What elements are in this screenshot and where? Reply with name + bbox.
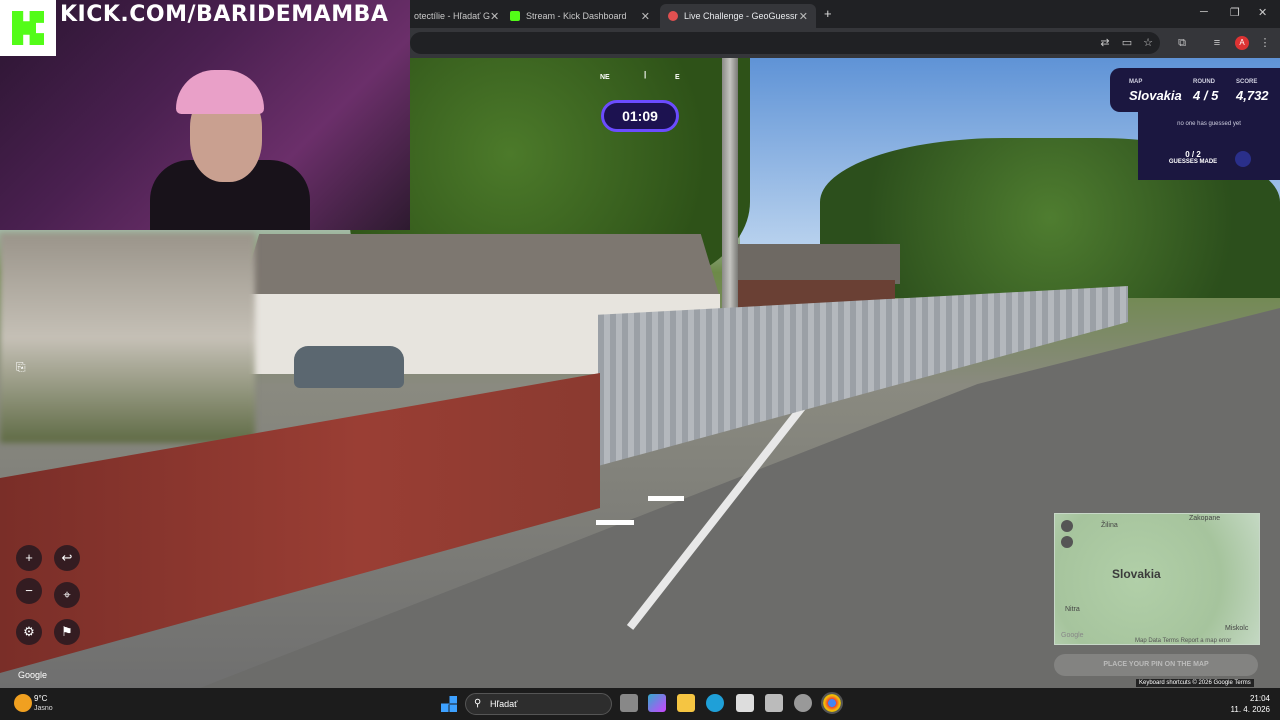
guess-status-note: no one has guessed yet (1177, 121, 1241, 127)
channel-url: KICK.COM/BARIDEMAMBA (60, 2, 389, 27)
kick-logo-icon (0, 0, 56, 56)
compass-tick: | (644, 70, 647, 79)
close-icon[interactable]: ✕ (490, 10, 499, 23)
guess-minimap[interactable]: Žilina Zakopane Slovakia Nitra Miskolc G… (1054, 513, 1260, 645)
close-window-icon[interactable]: ✕ (1258, 6, 1267, 19)
taskbar-time: 21:04 (1249, 694, 1270, 703)
app-icon[interactable] (765, 694, 783, 712)
compass-e: E (675, 74, 680, 81)
terms-link[interactable]: Terms (1234, 680, 1250, 686)
round-timer: 01:09 (601, 100, 679, 132)
parked-car (294, 346, 404, 388)
house-roof (240, 234, 720, 298)
guesses-panel: no one has guessed yet 0 / 2 GUESSES MAD… (1138, 112, 1280, 180)
player-avatar (1235, 151, 1251, 167)
utility-pole (722, 58, 738, 328)
weather-description: Jasno (34, 705, 53, 712)
map-pin-toggle-icon[interactable] (1061, 536, 1073, 548)
new-tab-icon[interactable]: + (824, 6, 832, 21)
map-expand-icon[interactable] (1061, 520, 1073, 532)
kick-favicon-icon (510, 11, 520, 21)
map-footer: Map Data Terms Report a map error (1135, 638, 1232, 644)
tab-label: otectílie - Hľadať G (414, 11, 491, 21)
return-to-start-button[interactable]: ⌖ (54, 582, 80, 608)
copyright: © 2026 Google (1192, 680, 1233, 686)
profile-avatar[interactable]: A (1235, 36, 1249, 50)
place-pin-button[interactable]: PLACE YOUR PIN ON THE MAP (1054, 654, 1258, 676)
menu-icon[interactable]: ⋮ (1258, 36, 1272, 50)
taskbar-date: 11. 4. 2026 (1230, 705, 1270, 714)
close-icon[interactable]: ✕ (641, 10, 650, 23)
weather-sun-icon[interactable] (14, 694, 32, 712)
compass: NE | E (560, 70, 720, 92)
country-label: Slovakia (1112, 567, 1161, 581)
close-icon[interactable]: ✕ (799, 10, 808, 23)
barn-roof (730, 244, 900, 284)
guesses-count: 0 / 2 (1185, 150, 1201, 159)
streamer-cap (176, 70, 264, 114)
guesses-label: GUESSES MADE (1168, 159, 1218, 165)
move-arrow-icon[interactable] (648, 496, 684, 501)
flag-button[interactable]: ⚑ (54, 619, 80, 645)
move-arrow-icon[interactable] (596, 520, 634, 525)
settings-button[interactable]: ⚙ (16, 619, 42, 645)
taskbar-search[interactable]: ⚲ Hľadať (465, 693, 612, 715)
zoom-in-button[interactable]: + (16, 545, 42, 571)
task-view-icon[interactable] (620, 694, 638, 712)
tab-label: Stream - Kick Dashboard (526, 11, 627, 21)
round-label: ROUND (1193, 79, 1215, 85)
google-map-logo: Google (1061, 632, 1084, 639)
bookmark-star-icon[interactable]: ☆ (1141, 36, 1155, 50)
round-value: 4 / 5 (1193, 88, 1219, 103)
zoom-out-button[interactable]: − (16, 578, 42, 604)
city-label: Nitra (1065, 606, 1080, 613)
tab-label: Live Challenge - GeoGuessr (684, 11, 798, 21)
status-panel: MAP Slovakia ROUND 4 / 5 SCORE 4,732 (1110, 68, 1280, 112)
minimize-icon[interactable]: ─ (1200, 6, 1208, 18)
map-value: Slovakia (1129, 88, 1182, 103)
city-label: Miskolc (1225, 625, 1249, 632)
score-value: 4,732 (1236, 88, 1269, 103)
restore-icon[interactable]: ❐ (1230, 6, 1240, 19)
search-placeholder: Hľadať (490, 699, 518, 709)
copilot-icon[interactable] (648, 694, 666, 712)
media-icon[interactable]: ≡ (1210, 36, 1224, 50)
google-watermark: Google (18, 670, 48, 680)
score-label: SCORE (1236, 79, 1258, 85)
edge-icon[interactable] (706, 694, 724, 712)
map-pin-icon (668, 11, 678, 21)
address-bar[interactable] (410, 32, 1160, 54)
search-icon: ⚲ (474, 698, 482, 709)
map-attribution: Keyboard shortcuts © 2026 Google Terms (1136, 679, 1254, 687)
file-explorer-icon[interactable] (677, 694, 695, 712)
tab-search[interactable]: otectílie - Hľadať G ✕ (406, 4, 502, 28)
compass-ne: NE (600, 74, 610, 81)
translate-icon[interactable]: ⇄ (1098, 36, 1112, 50)
keyboard-shortcuts-link[interactable]: Keyboard shortcuts (1139, 680, 1191, 686)
report-icon[interactable]: ⎘ (16, 360, 34, 376)
undo-move-button[interactable]: ↩ (54, 545, 80, 571)
extensions-icon[interactable]: ⧉ (1175, 36, 1189, 50)
windows-taskbar (0, 688, 1280, 720)
settings-app-icon[interactable] (794, 694, 812, 712)
webcam-overlay: KICK.COM/BARIDEMAMBA (0, 0, 410, 230)
tab-geoguessr[interactable]: Live Challenge - GeoGuessr ✕ (660, 4, 816, 28)
blurred-building (0, 233, 255, 443)
cast-icon[interactable]: ▭ (1120, 36, 1134, 50)
city-label: Zakopane (1189, 515, 1221, 522)
map-label: MAP (1129, 79, 1143, 85)
chrome-icon[interactable] (821, 692, 843, 714)
tab-kick-dashboard[interactable]: Stream - Kick Dashboard ✕ (502, 4, 658, 28)
weather-temperature: 9°C (34, 694, 48, 703)
city-label: Žilina (1101, 522, 1118, 529)
store-icon[interactable] (736, 694, 754, 712)
